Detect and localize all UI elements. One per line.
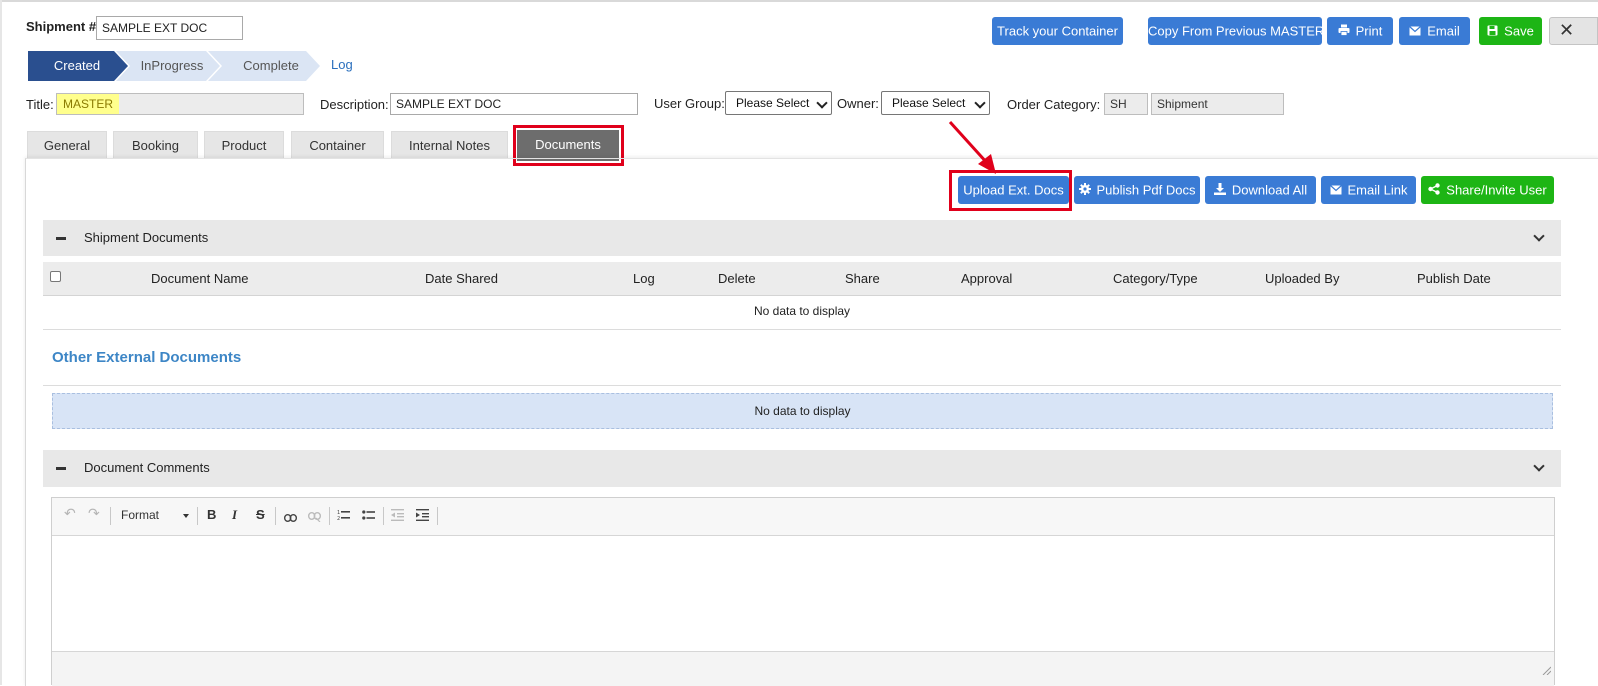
step-complete[interactable]: Complete (224, 51, 318, 81)
chevron-down-icon (974, 97, 986, 109)
comment-editor-body[interactable] (52, 536, 1554, 651)
toolbar-separator (110, 507, 111, 525)
unlink-icon[interactable] (307, 510, 322, 525)
outdent-icon[interactable] (391, 509, 404, 524)
chevron-down-icon (816, 97, 828, 109)
shipment-number-label: Shipment #: (26, 19, 101, 34)
bold-icon[interactable]: B (207, 507, 216, 522)
format-dropdown-caret-icon (183, 514, 189, 518)
email-link-button[interactable]: Email Link (1321, 176, 1416, 204)
resize-handle-icon[interactable] (1541, 663, 1552, 678)
owner-select[interactable]: Please Select (881, 91, 990, 115)
document-comments-title: Document Comments (84, 460, 210, 475)
column-approval[interactable]: Approval (961, 262, 1012, 295)
italic-icon[interactable]: I (232, 507, 237, 523)
owner-label: Owner: (837, 96, 879, 111)
svg-text:2: 2 (337, 516, 340, 521)
other-external-documents-title: Other External Documents (52, 349, 242, 366)
tab-internal-notes[interactable]: Internal Notes (391, 131, 508, 158)
envelope-icon (1409, 18, 1422, 46)
copy-from-previous-button[interactable]: Copy From Previous MASTER (1148, 17, 1324, 45)
toolbar-separator (197, 507, 198, 525)
description-input[interactable]: SAMPLE EXT DOC (390, 93, 638, 115)
column-uploaded-by[interactable]: Uploaded By (1265, 262, 1339, 295)
tab-general[interactable]: General (27, 131, 107, 158)
printer-icon (1338, 18, 1350, 46)
title-label: Title: (26, 97, 54, 112)
bulleted-list-icon[interactable] (362, 509, 375, 524)
shipment-number-input[interactable]: SAMPLE EXT DOC (96, 16, 243, 40)
indent-icon[interactable] (416, 509, 429, 524)
owner-value: Please Select (892, 96, 966, 110)
annotation-arrow (948, 120, 996, 174)
redo-icon[interactable]: ↷ (88, 505, 100, 522)
shipment-documents-grid-header: Document Name Date Shared Log Delete Sha… (43, 262, 1561, 296)
user-group-label: User Group: (654, 96, 725, 111)
order-category-name: Shipment (1151, 93, 1284, 115)
column-log[interactable]: Log (633, 262, 655, 295)
user-group-select[interactable]: Please Select (725, 91, 832, 115)
save-button[interactable]: Save (1479, 17, 1542, 45)
editor-toolbar (52, 498, 1554, 536)
email-button[interactable]: Email (1399, 17, 1470, 45)
undo-icon[interactable]: ↶ (64, 505, 76, 522)
tab-container[interactable]: Container (291, 131, 384, 158)
document-comments-header[interactable]: Document Comments (43, 450, 1561, 487)
column-share[interactable]: Share (845, 262, 880, 295)
order-category-label: Order Category: (1007, 97, 1101, 112)
select-all-checkbox[interactable] (50, 271, 61, 282)
share-invite-user-button[interactable]: Share/Invite User (1421, 176, 1554, 204)
window-left-border (0, 0, 2, 685)
editor-statusbar (52, 651, 1554, 686)
divider (43, 385, 1561, 386)
column-delete[interactable]: Delete (718, 262, 756, 295)
floppy-disk-icon (1487, 18, 1498, 46)
toolbar-separator (383, 507, 384, 525)
download-all-button[interactable]: Download All (1205, 176, 1316, 204)
print-button[interactable]: Print (1327, 17, 1393, 45)
close-icon: ✕ (1559, 20, 1575, 40)
column-publish-date[interactable]: Publish Date (1417, 262, 1491, 295)
column-category-type[interactable]: Category/Type (1113, 262, 1198, 295)
close-button[interactable]: ✕ (1549, 17, 1598, 45)
envelope-icon (1329, 177, 1342, 205)
step-inprogress[interactable]: InProgress (128, 51, 216, 81)
column-date-shared[interactable]: Date Shared (425, 262, 498, 295)
collapse-icon[interactable] (56, 237, 66, 240)
publish-pdf-docs-button[interactable]: Publish Pdf Docs (1074, 176, 1200, 204)
download-icon (1213, 177, 1226, 205)
title-input[interactable]: MASTER (56, 93, 304, 115)
shipment-documents-header[interactable]: Shipment Documents (43, 220, 1561, 256)
toolbar-separator (329, 507, 330, 525)
tab-booking[interactable]: Booking (113, 131, 198, 158)
link-icon[interactable] (283, 510, 298, 525)
gear-icon (1078, 177, 1091, 205)
numbered-list-icon[interactable]: 12 (337, 509, 350, 524)
window-top-border (0, 0, 1598, 2)
collapse-icon[interactable] (56, 467, 66, 470)
toolbar-separator (437, 507, 438, 525)
track-container-button[interactable]: Track your Container (992, 17, 1123, 45)
order-category-code: SH (1104, 93, 1148, 115)
tab-product[interactable]: Product (204, 131, 284, 158)
share-icon (1428, 177, 1440, 205)
chevron-down-icon[interactable] (1533, 230, 1545, 242)
title-value: MASTER (57, 94, 120, 114)
shipment-documents-empty: No data to display (43, 296, 1561, 330)
user-group-value: Please Select (736, 96, 810, 110)
format-dropdown[interactable]: Format (121, 508, 159, 522)
toolbar-separator (275, 507, 276, 525)
shipment-documents-title: Shipment Documents (84, 230, 209, 245)
strikethrough-icon[interactable]: S (256, 507, 265, 522)
other-external-documents-dropzone[interactable]: No data to display (52, 393, 1553, 429)
log-link[interactable]: Log (331, 57, 353, 72)
description-label: Description: (320, 97, 389, 112)
chevron-down-icon[interactable] (1533, 460, 1545, 472)
column-document-name[interactable]: Document Name (151, 262, 249, 295)
step-created[interactable]: Created (28, 51, 126, 81)
